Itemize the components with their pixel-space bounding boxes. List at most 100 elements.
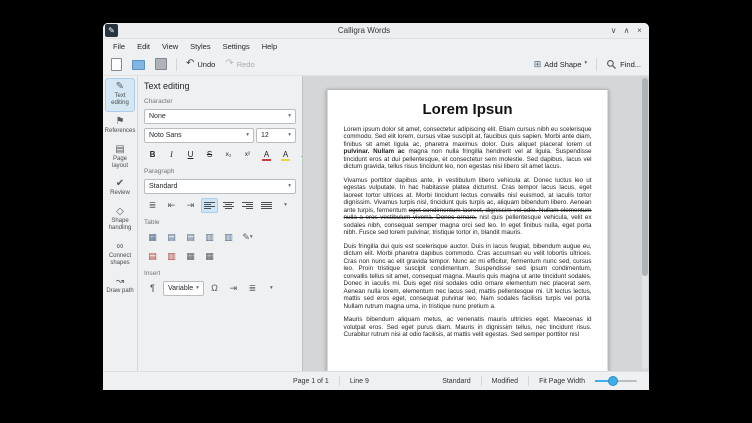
character-style-select[interactable]: None ▾ — [144, 109, 296, 124]
page-break-button[interactable]: ⇥ — [225, 281, 242, 296]
insert-row-above-button[interactable]: ▤ — [163, 230, 180, 245]
insert-column-right-button[interactable]: ▥ — [220, 230, 237, 245]
align-justify-button[interactable] — [258, 198, 275, 213]
paragraph-1: Lorem ipsum dolor sit amet, consectetur … — [343, 126, 592, 171]
menu-help[interactable]: Help — [256, 41, 283, 52]
line-spacing-button[interactable]: ▾ — [277, 198, 294, 213]
redo-icon: ↷ — [225, 58, 234, 69]
special-character-button[interactable]: Ω — [206, 281, 223, 296]
add-shape-label: Add Shape — [544, 59, 582, 69]
insert-column-left-button[interactable]: ▥ — [201, 230, 218, 245]
increase-indent-button[interactable]: ⇥ — [182, 198, 199, 213]
merge-cells-icon: ▦ — [186, 251, 195, 261]
font-family-value: Noto Sans — [149, 132, 182, 139]
dock-tab-references[interactable]: ⚑ References — [104, 113, 136, 140]
index-button[interactable]: ≣ — [244, 281, 261, 296]
delete-column-button[interactable]: ▥ — [163, 249, 180, 264]
table-style-button[interactable]: ✎ ▾ — [239, 230, 256, 245]
insert-section-label: Insert — [144, 270, 161, 277]
insert-more-button[interactable]: ▾ — [263, 281, 280, 296]
special-character-icon: Ω — [211, 283, 218, 293]
panel-title: Text editing — [144, 81, 190, 91]
open-document-button[interactable] — [129, 56, 148, 72]
list-format-button[interactable]: ≣ — [144, 198, 161, 213]
dock-tab-text-editing[interactable]: ✎ Text editing — [105, 78, 135, 112]
menu-edit[interactable]: Edit — [131, 41, 156, 52]
menu-view[interactable]: View — [156, 41, 184, 52]
toolbar-separator — [176, 57, 177, 71]
menu-styles[interactable]: Styles — [184, 41, 216, 52]
font-size-select[interactable]: 12 ▾ — [256, 128, 296, 143]
chevron-down-icon: ▾ — [246, 131, 249, 138]
redo-button[interactable]: ↷ Redo — [222, 57, 257, 71]
chevron-down-icon: ▾ — [584, 60, 588, 67]
dock-tab-label: Shape handling — [108, 218, 132, 232]
add-shape-button[interactable]: ⊞ Add Shape ▾ — [531, 58, 590, 71]
maximize-button[interactable]: ∧ — [621, 25, 632, 36]
dock-tab-shape-handling[interactable]: ◇ Shape handling — [105, 203, 135, 237]
delete-row-button[interactable]: ▤ — [144, 249, 161, 264]
superscript-button[interactable]: x² — [239, 147, 256, 162]
dock-tab-connect-shapes[interactable]: ∞ Connect shapes — [105, 238, 135, 272]
app-icon[interactable]: ✎ — [105, 24, 118, 37]
align-center-button[interactable] — [220, 198, 237, 213]
chevron-down-icon: ▾ — [270, 284, 273, 291]
titlebar[interactable]: ✎ Calligra Words ∨ ∧ × — [103, 23, 649, 39]
align-right-button[interactable] — [239, 198, 256, 213]
dock-tab-draw-path[interactable]: ↝ Draw path — [105, 273, 135, 300]
find-button[interactable]: Find... — [603, 57, 644, 72]
main-toolbar: ↶ Undo ↷ Redo ⊞ Add Shape ▾ Find... — [103, 53, 649, 76]
text-editing-icon: ✎ — [115, 81, 125, 92]
decrease-indent-button[interactable]: ⇤ — [163, 198, 180, 213]
vertical-scrollbar[interactable] — [642, 78, 648, 369]
menu-settings[interactable]: Settings — [217, 41, 256, 52]
formatting-marks-button[interactable]: ¶ — [144, 281, 161, 296]
table-section-label: Table — [144, 219, 160, 226]
save-document-button[interactable] — [152, 56, 170, 72]
dock-tab-label: Page layout — [111, 155, 128, 169]
merge-cells-button[interactable]: ▦ — [182, 249, 199, 264]
underline-button[interactable]: U — [182, 147, 199, 162]
more-options-button[interactable]: … — [296, 147, 303, 162]
paragraph-style-select[interactable]: Standard ▾ — [144, 179, 296, 194]
menu-file[interactable]: File — [107, 41, 131, 52]
font-color-button[interactable]: A — [258, 147, 275, 162]
split-cells-button[interactable]: ▦ — [201, 249, 218, 264]
dock-tab-page-layout[interactable]: ▤ Page layout — [105, 141, 135, 175]
pen-icon: ✎ — [242, 232, 250, 242]
undo-label: Undo — [197, 59, 216, 69]
dock-tab-review[interactable]: ✔ Review — [105, 175, 135, 202]
scrollbar-thumb[interactable] — [642, 78, 648, 276]
new-document-button[interactable] — [108, 56, 125, 73]
zoom-slider[interactable] — [595, 376, 637, 386]
minimize-button[interactable]: ∨ — [608, 25, 619, 36]
font-size-value: 12 — [261, 132, 269, 139]
align-left-button[interactable] — [201, 198, 218, 213]
zoom-slider-handle[interactable] — [607, 376, 618, 386]
strikethrough-button[interactable]: S — [201, 147, 218, 162]
highlight-color-button[interactable]: A — [277, 147, 294, 162]
bold-text: pulvinar. Nullam ac — [343, 148, 405, 156]
bold-button[interactable]: B — [144, 147, 161, 162]
font-family-select[interactable]: Noto Sans ▾ — [144, 128, 254, 143]
character-section-label: Character — [144, 98, 173, 105]
italic-button[interactable]: I — [163, 147, 180, 162]
app-icon-glyph: ✎ — [108, 26, 115, 35]
insert-table-button[interactable]: ▦ — [144, 230, 161, 245]
zoom-mode-button[interactable]: Fit Page Width — [539, 378, 585, 385]
connect-shapes-icon: ∞ — [116, 241, 124, 253]
statusbar-separator — [338, 376, 340, 386]
main-content: ✎ Text editing ⚑ References ▤ Page layou… — [103, 76, 649, 371]
subscript-button[interactable]: x₂ — [220, 147, 237, 162]
close-button[interactable]: × — [634, 25, 645, 36]
undo-button[interactable]: ↶ Undo — [183, 57, 218, 71]
table-grid-icon: ▦ — [148, 232, 157, 242]
chevron-down-icon: ▾ — [288, 182, 291, 189]
document-page[interactable]: Lorem Ipsun Lorem ipsum dolor sit amet, … — [326, 89, 609, 371]
insert-row-below-button[interactable]: ▤ — [182, 230, 199, 245]
window-controls: ∨ ∧ × — [608, 25, 645, 36]
variable-dropdown[interactable]: Variable ▾ — [163, 281, 204, 296]
chevron-down-icon: ▾ — [284, 201, 287, 208]
dock-tab-label: References — [104, 127, 136, 134]
paragraph-section-label: Paragraph — [144, 168, 175, 175]
